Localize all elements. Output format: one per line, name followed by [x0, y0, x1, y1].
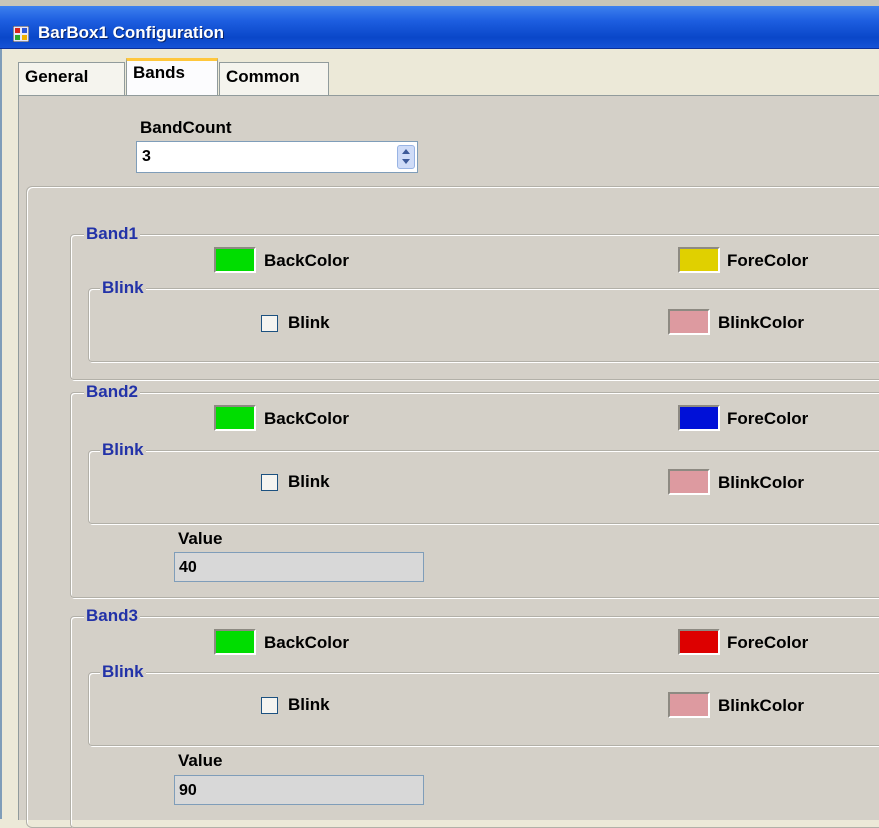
- band3-blink-checkbox[interactable]: [261, 697, 278, 714]
- spin-buttons[interactable]: [397, 145, 415, 169]
- band2-backcolor-label: BackColor: [264, 409, 350, 428]
- band3-value-label: Value: [178, 751, 223, 770]
- band1-blink-checkbox[interactable]: [261, 315, 278, 332]
- tab-bands[interactable]: Bands: [126, 58, 218, 96]
- band3-backcolor-swatch[interactable]: [214, 629, 256, 655]
- tab-common[interactable]: Common: [219, 62, 329, 96]
- band2-blinkcolor-swatch[interactable]: [668, 469, 710, 495]
- band2-forecolor-label: ForeColor: [727, 409, 809, 428]
- band2-blink-checkbox[interactable]: [261, 474, 278, 491]
- band1-forecolor-swatch[interactable]: [678, 247, 720, 273]
- band3-backcolor-label: BackColor: [264, 633, 350, 652]
- band1-blinkcolor-label: BlinkColor: [718, 313, 804, 332]
- band2-title: Band2: [84, 382, 140, 402]
- band-count-value: 3: [142, 148, 151, 165]
- band2-blink-label: Blink: [288, 472, 330, 491]
- app-icon: [13, 26, 29, 42]
- band2-value-label: Value: [178, 529, 223, 548]
- band1-blink-title: Blink: [100, 278, 146, 298]
- band3-forecolor-swatch[interactable]: [678, 629, 720, 655]
- band2-blinkcolor-label: BlinkColor: [718, 473, 804, 492]
- band3-title: Band3: [84, 606, 140, 626]
- band-count-label: BandCount: [140, 118, 232, 137]
- spin-up-icon[interactable]: [402, 149, 410, 154]
- band3-value-input[interactable]: 90: [174, 775, 424, 805]
- band3-blink-title: Blink: [100, 662, 146, 682]
- band2-forecolor-swatch[interactable]: [678, 405, 720, 431]
- band1-backcolor-label: BackColor: [264, 251, 350, 270]
- band-count-stepper[interactable]: 3: [136, 141, 418, 173]
- band3-blinkcolor-label: BlinkColor: [718, 696, 804, 715]
- window-title: BarBox1 Configuration: [38, 23, 225, 42]
- band2-blink-title: Blink: [100, 440, 146, 460]
- spin-down-icon[interactable]: [402, 159, 410, 164]
- band1-blinkcolor-swatch[interactable]: [668, 309, 710, 335]
- title-bar[interactable]: BarBox1 Configuration: [0, 6, 879, 49]
- tab-general[interactable]: General: [18, 62, 125, 96]
- band3-blinkcolor-swatch[interactable]: [668, 692, 710, 718]
- band1-blink-label: Blink: [288, 313, 330, 332]
- band1-backcolor-swatch[interactable]: [214, 247, 256, 273]
- band3-forecolor-label: ForeColor: [727, 633, 809, 652]
- band2-backcolor-swatch[interactable]: [214, 405, 256, 431]
- band1-title: Band1: [84, 224, 140, 244]
- band3-blink-label: Blink: [288, 695, 330, 714]
- band2-value-input[interactable]: 40: [174, 552, 424, 582]
- band1-forecolor-label: ForeColor: [727, 251, 809, 270]
